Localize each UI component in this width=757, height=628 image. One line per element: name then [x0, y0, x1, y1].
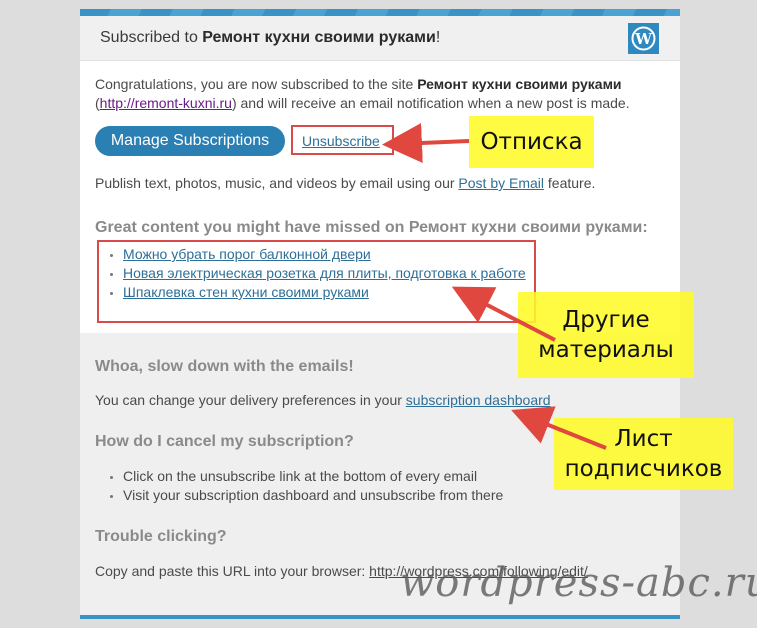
- trouble-heading: Trouble clicking?: [95, 528, 227, 545]
- cancel-item: Click on the unsubscribe link at the bot…: [123, 467, 503, 486]
- header-site-name: Ремонт кухни своими руками: [202, 29, 436, 46]
- subscription-dashboard-link[interactable]: subscription dashboard: [406, 392, 551, 408]
- post-by-email-text: Publish text, photos, music, and videos …: [95, 175, 595, 191]
- cancel-list: Click on the unsubscribe link at the bot…: [95, 467, 503, 505]
- header-title: Subscribed to Ремонт кухни своими руками…: [100, 29, 440, 47]
- post-by-email-link[interactable]: Post by Email: [458, 175, 544, 191]
- watermark: wordpress-abc.ru: [400, 560, 757, 606]
- slow-down-prefix: You can change your delivery preferences…: [95, 392, 406, 408]
- other-materials-line-2: материалы: [538, 337, 674, 363]
- slow-down-text: You can change your delivery preferences…: [95, 392, 551, 408]
- intro-site-name: Ремонт кухни своими руками: [417, 76, 622, 92]
- great-content-heading: Great content you might have missed on Р…: [95, 219, 648, 236]
- site-url-link[interactable]: http://remont-kuxni.ru: [100, 95, 232, 111]
- post-by-email-prefix: Publish text, photos, music, and videos …: [95, 175, 459, 191]
- header-title-suffix: !: [435, 29, 441, 46]
- posts-highlight-frame: [97, 240, 536, 323]
- subscribers-line-2: подписчиков: [564, 456, 723, 482]
- unsubscribe-link[interactable]: Unsubscribe: [302, 133, 380, 149]
- trouble-prefix: Copy and paste this URL into your browse…: [95, 563, 370, 579]
- header-title-prefix: Subscribed to: [100, 29, 203, 46]
- top-stripe: [80, 9, 680, 16]
- other-materials-line-1: Другие: [562, 307, 650, 333]
- post-by-email-suffix: feature.: [544, 175, 596, 191]
- manage-subscriptions-button[interactable]: Manage Subscriptions: [95, 126, 285, 156]
- subscribers-line-1: Лист: [614, 426, 673, 452]
- intro-line-2: (http://remont-kuxni.ru) and will receiv…: [95, 95, 630, 111]
- bottom-stripe: [80, 615, 680, 619]
- email-header: Subscribed to Ремонт кухни своими руками…: [80, 16, 680, 61]
- unsubscribe-annotation: Отписка: [469, 116, 594, 168]
- cancel-item: Visit your subscription dashboard and un…: [123, 486, 503, 505]
- intro-text-suffix: ) and will receive an email notification…: [231, 95, 630, 111]
- intro-line-1: Congratulations, you are now subscribed …: [95, 76, 622, 92]
- svg-text:W: W: [634, 30, 653, 48]
- other-materials-annotation: Другие материалы: [518, 292, 694, 378]
- slow-down-heading: Whoa, slow down with the emails!: [95, 358, 354, 375]
- intro-text: Congratulations, you are now subscribed …: [95, 76, 418, 92]
- wordpress-logo-icon[interactable]: W: [628, 23, 659, 54]
- subscribers-annotation: Лист подписчиков: [554, 418, 733, 490]
- unsubscribe-annotation-text: Отписка: [480, 129, 583, 155]
- cancel-heading: How do I cancel my subscription?: [95, 433, 354, 450]
